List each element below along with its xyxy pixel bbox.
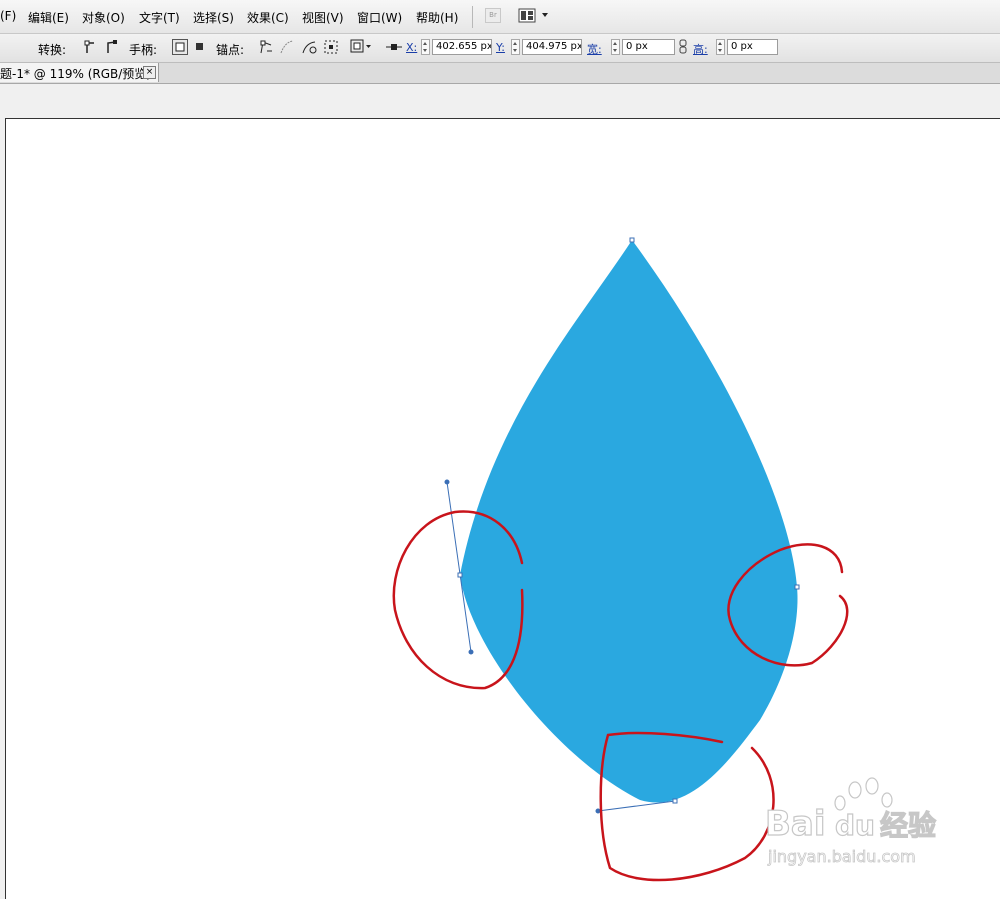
paw-icon	[834, 777, 893, 811]
svg-text:du: du	[835, 809, 875, 842]
handle-point[interactable]	[444, 479, 450, 485]
handle-point[interactable]	[595, 808, 601, 814]
baidu-watermark: Bai du 经验 jingyan.baidu.com	[764, 777, 937, 866]
handle-point[interactable]	[468, 649, 474, 655]
svg-text:经验: 经验	[880, 809, 936, 842]
anchor-point-top[interactable]	[629, 237, 635, 243]
anchor-point-bottom[interactable]	[672, 798, 678, 804]
svg-text:jingyan.baidu.com: jingyan.baidu.com	[767, 847, 916, 866]
anchor-point-left[interactable]	[457, 572, 463, 578]
canvas-artwork: Bai du 经验 jingyan.baidu.com	[392, 237, 937, 882]
anchor-point-right[interactable]	[794, 584, 800, 590]
water-drop-shape[interactable]	[460, 240, 798, 803]
svg-text:Bai: Bai	[765, 804, 826, 844]
